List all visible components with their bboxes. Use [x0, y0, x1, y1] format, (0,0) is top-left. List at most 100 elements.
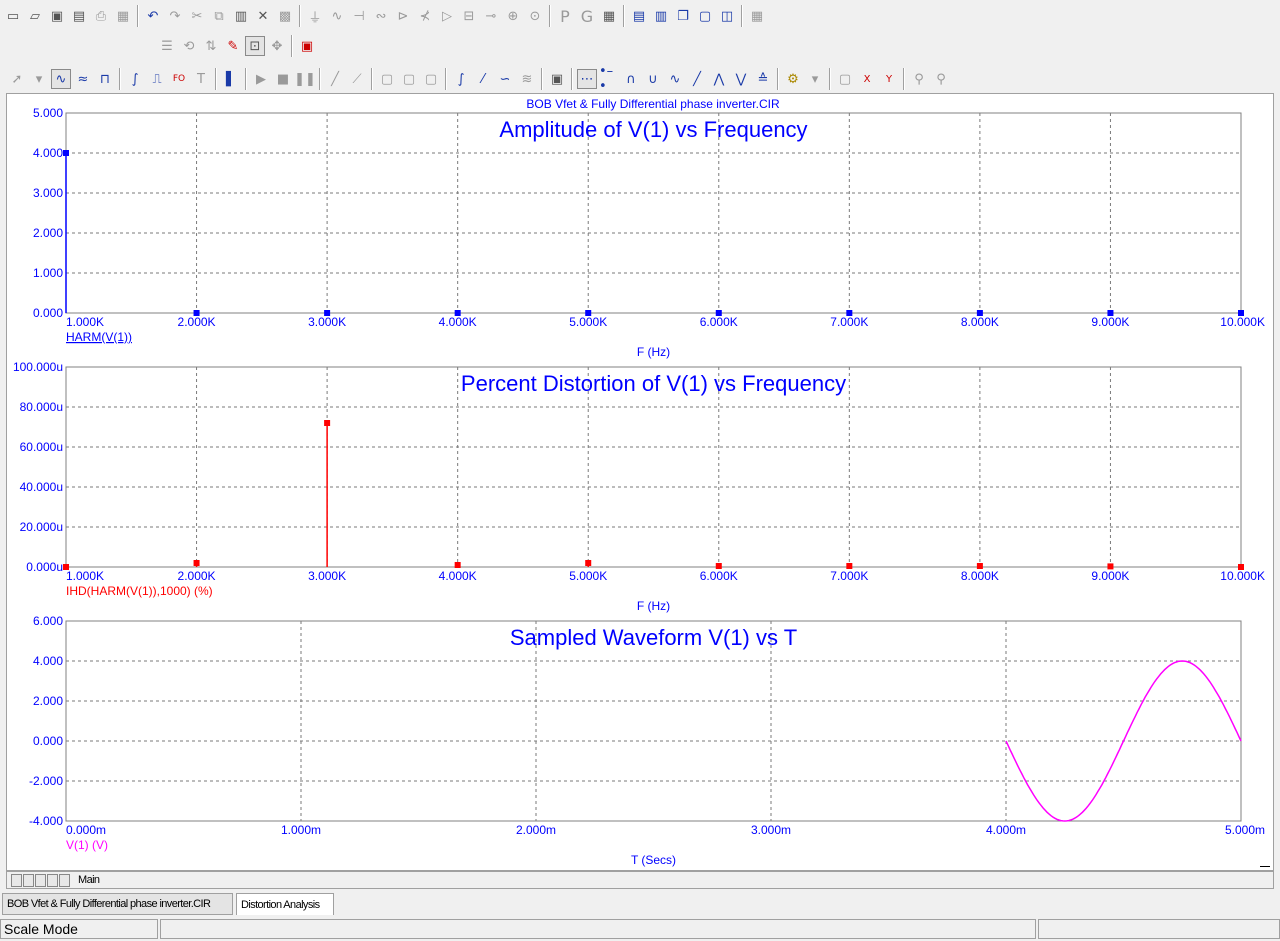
scope-icon[interactable]: ▣: [547, 69, 567, 89]
inductor-icon[interactable]: ∾: [371, 6, 391, 26]
bar-plot-icon[interactable]: ⊓: [95, 69, 115, 89]
box2-icon[interactable]: ▢: [399, 69, 419, 89]
pause-icon[interactable]: ❚❚: [294, 69, 316, 89]
scale-mode-icon[interactable]: ⊡: [245, 36, 265, 56]
inflection-icon[interactable]: ∿: [665, 69, 685, 89]
ac-source-icon[interactable]: ⊙: [525, 6, 545, 26]
capacitor-icon[interactable]: ⊣: [349, 6, 369, 26]
select-all-icon[interactable]: ▩: [275, 6, 295, 26]
cut-icon[interactable]: ✂: [187, 6, 207, 26]
x-tick-label: 1.000K: [66, 569, 104, 583]
undo-icon[interactable]: ↶: [143, 6, 163, 26]
fo-icon[interactable]: FO: [169, 69, 189, 89]
curve-icon[interactable]: ∫: [125, 69, 145, 89]
source-icon[interactable]: ⊕: [503, 6, 523, 26]
separator: [623, 5, 625, 27]
last-page-button[interactable]: [47, 873, 58, 887]
slope2-icon[interactable]: ⟋: [347, 69, 367, 89]
status-mode: Scale Mode: [0, 919, 158, 939]
copy-icon[interactable]: ⧉: [209, 6, 229, 26]
text-icon[interactable]: T: [191, 69, 211, 89]
peak-icon[interactable]: ∩: [621, 69, 641, 89]
stop-icon[interactable]: ▣: [297, 36, 317, 56]
low-icon[interactable]: ⋁: [731, 69, 751, 89]
pen-icon[interactable]: ✎: [223, 36, 243, 56]
diode-icon[interactable]: ⊳: [393, 6, 413, 26]
first-page-button[interactable]: [11, 873, 22, 887]
cursor-icon[interactable]: ▌: [221, 69, 241, 89]
add-page-button[interactable]: [59, 873, 70, 887]
print-icon[interactable]: ⎙: [91, 6, 111, 26]
line-plot-icon[interactable]: ∿: [51, 69, 71, 89]
cascade-icon[interactable]: ❐: [673, 6, 693, 26]
split-icon[interactable]: ◫: [717, 6, 737, 26]
redo-icon[interactable]: ↷: [165, 6, 185, 26]
zoom-in-icon[interactable]: ⚲: [909, 69, 929, 89]
switch-icon[interactable]: ⊸: [481, 6, 501, 26]
slope-icon[interactable]: ╱: [325, 69, 345, 89]
open-folder-icon[interactable]: ▱: [25, 6, 45, 26]
tile-horizontal-icon[interactable]: ▤: [629, 6, 649, 26]
save-all-icon[interactable]: ▤: [69, 6, 89, 26]
valley-icon[interactable]: ∪: [643, 69, 663, 89]
font-p-icon[interactable]: P: [555, 6, 575, 26]
dropdown-arrow-icon[interactable]: ▾: [29, 69, 49, 89]
x-tick-label: 6.000K: [700, 315, 738, 329]
hatch-icon[interactable]: ≋: [517, 69, 537, 89]
flip-icon[interactable]: ⇅: [201, 36, 221, 56]
grid-icon[interactable]: ▦: [747, 6, 767, 26]
window-icon[interactable]: ▦: [599, 6, 619, 26]
battery-icon[interactable]: ⊟: [459, 6, 479, 26]
font-g-icon[interactable]: G: [577, 6, 597, 26]
properties-icon[interactable]: ⚙: [783, 69, 803, 89]
properties-dropdown-icon[interactable]: ▾: [805, 69, 825, 89]
ground-icon[interactable]: ⏚: [305, 6, 325, 26]
plot-area[interactable]: BOB Vfet & Fully Differential phase inve…: [6, 93, 1274, 871]
tokens-icon[interactable]: •–•: [599, 64, 619, 94]
flat-icon[interactable]: ∽: [495, 69, 515, 89]
stop-run-icon[interactable]: ■: [273, 69, 293, 89]
save-icon[interactable]: ▣: [47, 6, 67, 26]
maximize-icon[interactable]: ▢: [695, 6, 715, 26]
separator: [541, 68, 543, 90]
prev-page-button[interactable]: [23, 873, 34, 887]
align-icon[interactable]: ☰: [157, 36, 177, 56]
new-file-icon[interactable]: ▭: [3, 6, 23, 26]
data-points-icon[interactable]: ⋯: [577, 69, 597, 89]
transistor-icon[interactable]: ⊀: [415, 6, 435, 26]
x-cursor-icon[interactable]: X: [857, 69, 877, 89]
rotate-icon[interactable]: ⟲: [179, 36, 199, 56]
blank-icon[interactable]: ▢: [835, 69, 855, 89]
paste-icon[interactable]: ▥: [231, 6, 251, 26]
tab-distortion-analysis[interactable]: Distortion Analysis: [236, 893, 334, 915]
box1-icon[interactable]: ▢: [377, 69, 397, 89]
wave-plot-icon[interactable]: ≈: [73, 69, 93, 89]
y-tick-label: 80.000u: [20, 400, 63, 414]
print-preview-icon[interactable]: ▦: [113, 6, 133, 26]
y-cursor-icon[interactable]: Y: [879, 69, 899, 89]
x-tick-label: 3.000m: [751, 823, 791, 837]
slope-cursor-icon[interactable]: ╱: [687, 69, 707, 89]
select-arrow-icon[interactable]: ➚: [7, 69, 27, 89]
opamp-icon[interactable]: ▷: [437, 6, 457, 26]
zoom-out-icon[interactable]: ⚲: [931, 69, 951, 89]
y-tick-label: 0.000u: [26, 560, 63, 574]
rise-icon[interactable]: ∫: [451, 69, 471, 89]
box3-icon[interactable]: ▢: [421, 69, 441, 89]
resistor-icon[interactable]: ∿: [327, 6, 347, 26]
next-page-button[interactable]: [35, 873, 46, 887]
bar-marker: [193, 310, 200, 316]
pulse-icon[interactable]: ⎍: [147, 69, 167, 89]
tab-circuit[interactable]: BOB Vfet & Fully Differential phase inve…: [2, 893, 233, 915]
plot-resize-handle[interactable]: [1260, 866, 1270, 867]
delete-icon[interactable]: ✕: [253, 6, 273, 26]
pan-icon[interactable]: ✥: [267, 36, 287, 56]
analysis-plots[interactable]: BOB Vfet & Fully Differential phase inve…: [7, 94, 1273, 870]
main-page-tab[interactable]: Main: [78, 874, 100, 886]
ramp-icon[interactable]: ⁄: [473, 69, 493, 89]
high-icon[interactable]: ⋀: [709, 69, 729, 89]
run-icon[interactable]: ▶: [251, 69, 271, 89]
tile-vertical-icon[interactable]: ▥: [651, 6, 671, 26]
top-icon[interactable]: ≙: [753, 69, 773, 89]
bar-marker: [976, 563, 983, 569]
